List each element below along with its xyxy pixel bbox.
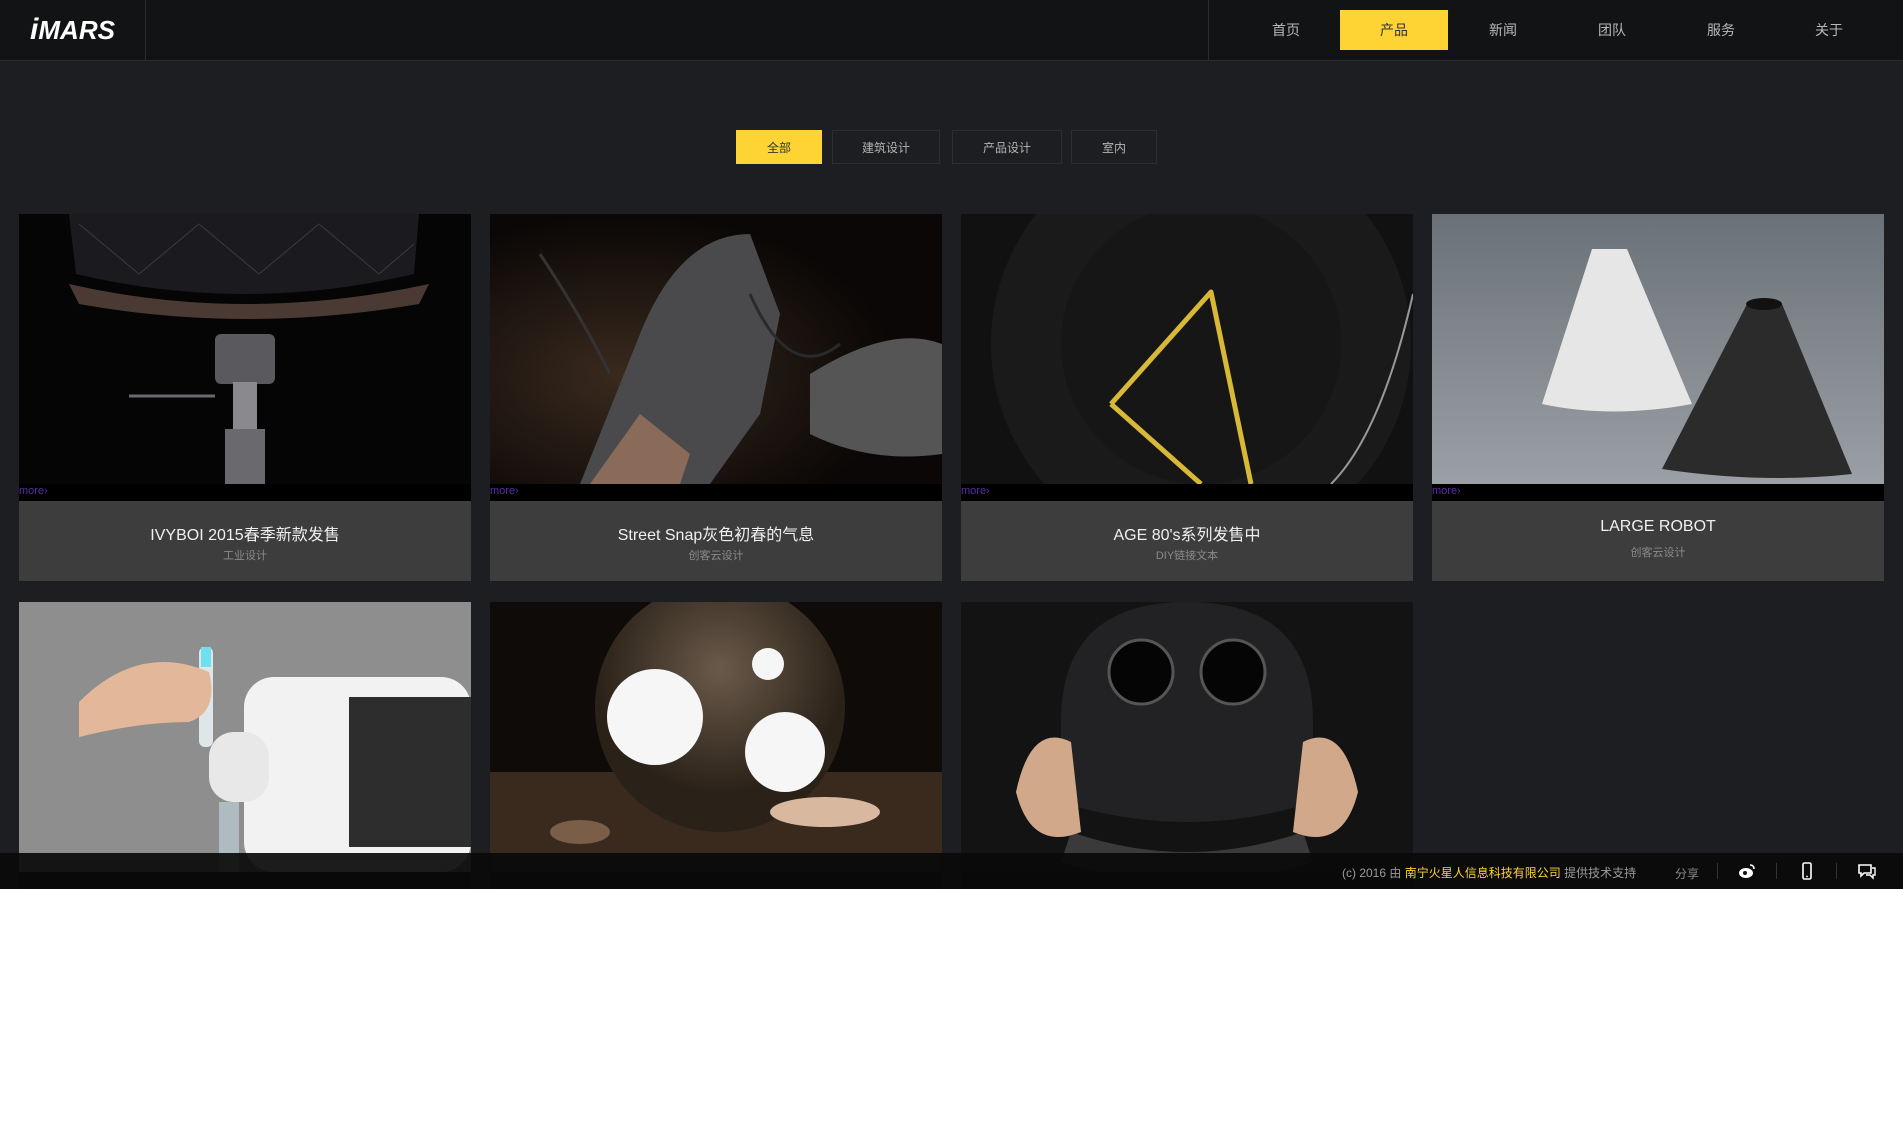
product-card[interactable]: more› IVYBOI 2015春季新款发售 工业设计 <box>19 214 471 581</box>
nav-home[interactable]: 首页 <box>1232 10 1340 50</box>
divider <box>1776 863 1777 879</box>
more-bar: more› <box>19 484 471 501</box>
category-filter: 全部 建筑设计 产品设计 室内 <box>0 130 1903 164</box>
product-image-lamp[interactable] <box>490 602 942 872</box>
product-image-sneaker[interactable] <box>490 214 942 484</box>
card-title[interactable]: IVYBOI 2015春季新款发售 <box>19 521 471 545</box>
company-link[interactable]: 南宁火星人信息科技有限公司 <box>1405 866 1561 880</box>
product-card[interactable]: more› Street Snap灰色初春的气息 创客云设计 <box>490 214 942 581</box>
product-card[interactable]: more› AGE 80's系列发售中 DIY链接文本 <box>961 214 1413 581</box>
product-card[interactable] <box>19 602 471 889</box>
logo-text: iMARS <box>30 13 115 46</box>
nav-about[interactable]: 关于 <box>1775 10 1883 50</box>
more-bar: more› <box>1432 484 1884 501</box>
filter-product[interactable]: 产品设计 <box>952 130 1062 164</box>
main-nav: 首页 产品 新闻 团队 服务 关于 <box>1208 0 1903 60</box>
footer-bar: (c) 2016 由 南宁火星人信息科技有限公司 提供技术支持 分享 <box>0 853 1903 889</box>
mobile-icon[interactable] <box>1797 861 1817 881</box>
card-title[interactable]: AGE 80's系列发售中 <box>961 521 1413 545</box>
nav-news[interactable]: 新闻 <box>1449 10 1557 50</box>
filter-interior[interactable]: 室内 <box>1071 130 1157 164</box>
weibo-icon[interactable] <box>1737 861 1757 881</box>
more-bar: more› <box>490 484 942 501</box>
more-link[interactable]: more› <box>490 485 519 497</box>
filter-architecture[interactable]: 建筑设计 <box>832 130 940 164</box>
copyright: (c) 2016 由 南宁火星人信息科技有限公司 提供技术支持 <box>1342 866 1637 880</box>
product-image-clock[interactable] <box>961 214 1413 484</box>
more-link[interactable]: more› <box>961 485 990 497</box>
product-image-dispenser[interactable] <box>19 602 471 872</box>
nav-products[interactable]: 产品 <box>1340 10 1448 50</box>
card-subtitle: 工业设计 <box>223 550 267 562</box>
filter-all[interactable]: 全部 <box>736 130 822 164</box>
top-header: iMARS 首页 产品 新闻 团队 服务 关于 <box>0 0 1903 61</box>
product-card[interactable]: more› LARGE ROBOT 创客云设计 <box>1432 214 1884 581</box>
nav-service[interactable]: 服务 <box>1667 10 1775 50</box>
product-card[interactable] <box>490 602 942 889</box>
nav-team[interactable]: 团队 <box>1558 10 1666 50</box>
share-label: 分享 <box>1675 867 1700 881</box>
card-subtitle: 创客云设计 <box>688 550 744 562</box>
card-title[interactable]: Street Snap灰色初春的气息 <box>490 521 942 545</box>
more-bar: more› <box>961 484 1413 501</box>
product-image-vr-helmet[interactable] <box>961 602 1413 872</box>
logo[interactable]: iMARS <box>0 0 146 60</box>
card-subtitle: 创客云设计 <box>1630 547 1686 559</box>
page: iMARS 首页 产品 新闻 团队 服务 关于 全部 建筑设计 产品设计 室内 <box>0 0 1903 889</box>
chat-icon[interactable] <box>1857 861 1877 881</box>
product-card[interactable] <box>961 602 1413 889</box>
divider <box>1836 863 1837 879</box>
card-subtitle: DIY链接文本 <box>1155 550 1219 562</box>
more-link[interactable]: more› <box>19 485 48 497</box>
product-image-chair[interactable] <box>19 214 471 484</box>
divider <box>1717 863 1718 879</box>
product-image-cones[interactable] <box>1432 214 1884 484</box>
more-link[interactable]: more› <box>1432 485 1461 497</box>
card-title[interactable]: LARGE ROBOT <box>1432 518 1884 536</box>
